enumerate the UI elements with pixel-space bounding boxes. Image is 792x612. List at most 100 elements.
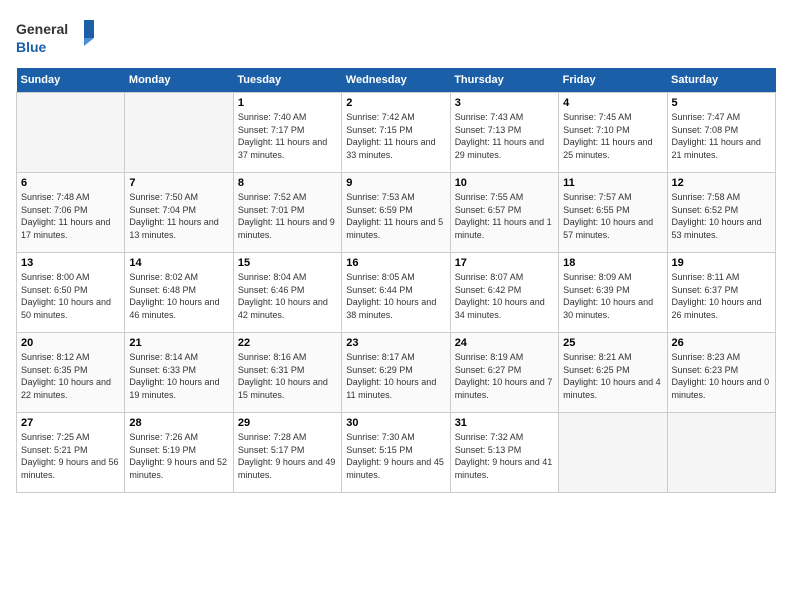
day-info-31: Sunrise: 7:32 AMSunset: 5:13 PMDaylight:…	[455, 431, 554, 481]
day-number-1: 1	[238, 97, 337, 109]
day-cell-10: 10Sunrise: 7:55 AMSunset: 6:57 PMDayligh…	[450, 173, 558, 253]
day-cell-15: 15 Sunrise: 8:04 AMSunset: 6:46 PMDayligh…	[233, 253, 341, 333]
day-number-24: 24	[455, 337, 554, 349]
day-info-12: Sunrise: 7:58 AMSunset: 6:52 PMDaylight:…	[672, 191, 771, 241]
day-cell-7: 7 Sunrise: 7:50 AMSunset: 7:04 PMDaylight…	[125, 173, 233, 253]
week-row-2: 6 Sunrise: 7:48 AMSunset: 7:06 PMDaylight…	[17, 173, 776, 253]
day-number-16: 16	[346, 257, 445, 269]
day-cell-11: 11 Sunrise: 7:57 AMSunset: 6:55 PMDayligh…	[559, 173, 667, 253]
day-info-7: Sunrise: 7:50 AMSunset: 7:04 PMDaylight:…	[129, 191, 228, 241]
day-cell-1: 1 Sunrise: 7:40 AMSunset: 7:17 PMDaylight…	[233, 93, 341, 173]
day-info-4: Sunrise: 7:45 AMSunset: 7:10 PMDaylight:…	[563, 111, 662, 161]
day-info-27: Sunrise: 7:25 AMSunset: 5:21 PMDaylight:…	[21, 431, 120, 481]
empty-day-cell	[125, 93, 233, 173]
calendar-table: SundayMondayTuesdayWednesdayThursdayFrid…	[16, 68, 776, 493]
day-cell-13: 13 Sunrise: 8:00 AMSunset: 6:50 PMDayligh…	[17, 253, 125, 333]
day-cell-6: 6 Sunrise: 7:48 AMSunset: 7:06 PMDaylight…	[17, 173, 125, 253]
day-info-29: Sunrise: 7:28 AMSunset: 5:17 PMDaylight:…	[238, 431, 337, 481]
day-cell-20: 20Sunrise: 8:12 AMSunset: 6:35 PMDayligh…	[17, 333, 125, 413]
day-cell-23: 23 Sunrise: 8:17 AMSunset: 6:29 PMDayligh…	[342, 333, 450, 413]
weekday-header-thursday: Thursday	[450, 68, 558, 93]
day-cell-28: 28Sunrise: 7:26 AMSunset: 5:19 PMDayligh…	[125, 413, 233, 493]
day-number-6: 6	[21, 177, 120, 189]
day-info-28: Sunrise: 7:26 AMSunset: 5:19 PMDaylight:…	[129, 431, 228, 481]
day-info-13: Sunrise: 8:00 AMSunset: 6:50 PMDaylight:…	[21, 271, 120, 321]
day-number-19: 19	[672, 257, 771, 269]
day-info-9: Sunrise: 7:53 AMSunset: 6:59 PMDaylight:…	[346, 191, 445, 241]
day-info-5: Sunrise: 7:47 AMSunset: 7:08 PMDaylight:…	[672, 111, 771, 161]
day-info-3: Sunrise: 7:43 AMSunset: 7:13 PMDaylight:…	[455, 111, 554, 161]
weekday-header-row: SundayMondayTuesdayWednesdayThursdayFrid…	[17, 68, 776, 93]
day-info-23: Sunrise: 8:17 AMSunset: 6:29 PMDaylight:…	[346, 351, 445, 401]
week-row-4: 20Sunrise: 8:12 AMSunset: 6:35 PMDayligh…	[17, 333, 776, 413]
svg-text:General: General	[16, 21, 68, 37]
day-cell-2: 2 Sunrise: 7:42 AMSunset: 7:15 PMDaylight…	[342, 93, 450, 173]
day-number-10: 10	[455, 177, 554, 189]
day-cell-8: 8 Sunrise: 7:52 AMSunset: 7:01 PMDaylight…	[233, 173, 341, 253]
day-info-15: Sunrise: 8:04 AMSunset: 6:46 PMDaylight:…	[238, 271, 337, 321]
day-info-17: Sunrise: 8:07 AMSunset: 6:42 PMDaylight:…	[455, 271, 554, 321]
weekday-header-tuesday: Tuesday	[233, 68, 341, 93]
day-cell-17: 17Sunrise: 8:07 AMSunset: 6:42 PMDayligh…	[450, 253, 558, 333]
week-row-1: 1 Sunrise: 7:40 AMSunset: 7:17 PMDaylight…	[17, 93, 776, 173]
day-cell-22: 22 Sunrise: 8:16 AMSunset: 6:31 PMDayligh…	[233, 333, 341, 413]
day-number-25: 25	[563, 337, 662, 349]
day-number-23: 23	[346, 337, 445, 349]
day-number-22: 22	[238, 337, 337, 349]
day-number-11: 11	[563, 177, 662, 189]
day-number-27: 27	[21, 417, 120, 429]
day-cell-12: 12 Sunrise: 7:58 AMSunset: 6:52 PMDayligh…	[667, 173, 775, 253]
week-row-3: 13 Sunrise: 8:00 AMSunset: 6:50 PMDayligh…	[17, 253, 776, 333]
day-cell-29: 29 Sunrise: 7:28 AMSunset: 5:17 PMDayligh…	[233, 413, 341, 493]
day-info-26: Sunrise: 8:23 AMSunset: 6:23 PMDaylight:…	[672, 351, 771, 401]
day-info-6: Sunrise: 7:48 AMSunset: 7:06 PMDaylight:…	[21, 191, 120, 241]
day-info-21: Sunrise: 8:14 AMSunset: 6:33 PMDaylight:…	[129, 351, 228, 401]
day-info-20: Sunrise: 8:12 AMSunset: 6:35 PMDaylight:…	[21, 351, 120, 401]
day-number-29: 29	[238, 417, 337, 429]
day-number-5: 5	[672, 97, 771, 109]
day-info-19: Sunrise: 8:11 AMSunset: 6:37 PMDaylight:…	[672, 271, 771, 321]
empty-day-cell	[17, 93, 125, 173]
day-info-22: Sunrise: 8:16 AMSunset: 6:31 PMDaylight:…	[238, 351, 337, 401]
day-number-30: 30	[346, 417, 445, 429]
day-number-3: 3	[455, 97, 554, 109]
logo-svg: General Blue	[16, 16, 96, 60]
day-info-25: Sunrise: 8:21 AMSunset: 6:25 PMDaylight:…	[563, 351, 662, 401]
weekday-header-wednesday: Wednesday	[342, 68, 450, 93]
day-number-31: 31	[455, 417, 554, 429]
svg-text:Blue: Blue	[16, 39, 47, 55]
day-info-2: Sunrise: 7:42 AMSunset: 7:15 PMDaylight:…	[346, 111, 445, 161]
day-info-30: Sunrise: 7:30 AMSunset: 5:15 PMDaylight:…	[346, 431, 445, 481]
day-number-9: 9	[346, 177, 445, 189]
day-info-24: Sunrise: 8:19 AMSunset: 6:27 PMDaylight:…	[455, 351, 554, 401]
day-cell-18: 18Sunrise: 8:09 AMSunset: 6:39 PMDayligh…	[559, 253, 667, 333]
logo: General Blue	[16, 16, 96, 60]
day-number-4: 4	[563, 97, 662, 109]
day-number-7: 7	[129, 177, 228, 189]
day-cell-19: 19 Sunrise: 8:11 AMSunset: 6:37 PMDayligh…	[667, 253, 775, 333]
day-number-2: 2	[346, 97, 445, 109]
day-info-11: Sunrise: 7:57 AMSunset: 6:55 PMDaylight:…	[563, 191, 662, 241]
day-cell-26: 26Sunrise: 8:23 AMSunset: 6:23 PMDayligh…	[667, 333, 775, 413]
day-cell-4: 4 Sunrise: 7:45 AMSunset: 7:10 PMDaylight…	[559, 93, 667, 173]
day-number-13: 13	[21, 257, 120, 269]
day-cell-30: 30 Sunrise: 7:30 AMSunset: 5:15 PMDayligh…	[342, 413, 450, 493]
week-row-5: 27 Sunrise: 7:25 AMSunset: 5:21 PMDayligh…	[17, 413, 776, 493]
day-cell-14: 14 Sunrise: 8:02 AMSunset: 6:48 PMDayligh…	[125, 253, 233, 333]
day-cell-5: 5 Sunrise: 7:47 AMSunset: 7:08 PMDaylight…	[667, 93, 775, 173]
empty-day-cell	[667, 413, 775, 493]
day-info-8: Sunrise: 7:52 AMSunset: 7:01 PMDaylight:…	[238, 191, 337, 241]
day-number-14: 14	[129, 257, 228, 269]
day-info-1: Sunrise: 7:40 AMSunset: 7:17 PMDaylight:…	[238, 111, 337, 161]
day-cell-16: 16 Sunrise: 8:05 AMSunset: 6:44 PMDayligh…	[342, 253, 450, 333]
day-info-16: Sunrise: 8:05 AMSunset: 6:44 PMDaylight:…	[346, 271, 445, 321]
weekday-header-friday: Friday	[559, 68, 667, 93]
day-cell-3: 3 Sunrise: 7:43 AMSunset: 7:13 PMDaylight…	[450, 93, 558, 173]
weekday-header-sunday: Sunday	[17, 68, 125, 93]
day-number-15: 15	[238, 257, 337, 269]
day-cell-21: 21Sunrise: 8:14 AMSunset: 6:33 PMDayligh…	[125, 333, 233, 413]
day-number-8: 8	[238, 177, 337, 189]
day-info-14: Sunrise: 8:02 AMSunset: 6:48 PMDaylight:…	[129, 271, 228, 321]
day-number-12: 12	[672, 177, 771, 189]
day-info-18: Sunrise: 8:09 AMSunset: 6:39 PMDaylight:…	[563, 271, 662, 321]
